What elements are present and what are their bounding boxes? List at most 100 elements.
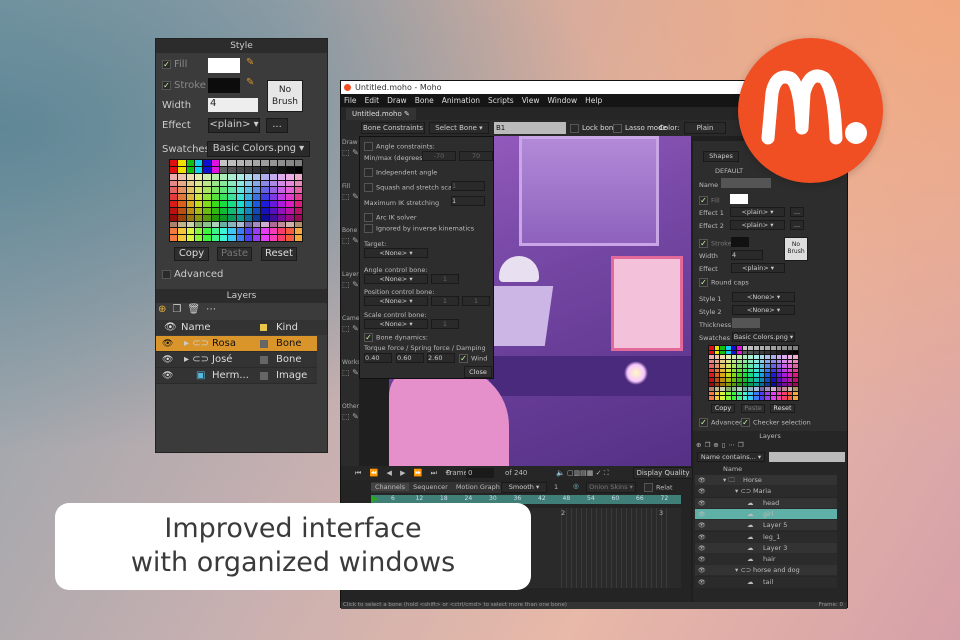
swatch[interactable]: [178, 207, 186, 214]
swatch[interactable]: [748, 378, 753, 382]
swatch[interactable]: [211, 235, 219, 241]
swatch[interactable]: [170, 187, 178, 194]
swatch[interactable]: [178, 166, 186, 173]
swatch[interactable]: [787, 373, 793, 378]
swatch[interactable]: [244, 194, 253, 200]
tool-icon[interactable]: ⬚ ✎: [342, 236, 359, 245]
swatch[interactable]: [269, 187, 278, 194]
swatch[interactable]: [793, 382, 798, 387]
swatch[interactable]: [754, 368, 759, 373]
swatch[interactable]: [709, 387, 714, 391]
swatch[interactable]: [725, 364, 731, 368]
layer-row[interactable]: 👁 ▸ ⊂⊃ José Bone: [156, 352, 317, 368]
tool-icon[interactable]: ⬚ ✎: [342, 368, 359, 377]
swatch[interactable]: [244, 207, 253, 214]
swatch[interactable]: [219, 235, 228, 241]
swatch[interactable]: [286, 228, 294, 235]
swatch[interactable]: [765, 396, 770, 400]
effect1-more[interactable]: ...: [790, 207, 804, 217]
swatch[interactable]: [737, 387, 742, 391]
position-control-select[interactable]: <None> ▾: [364, 296, 428, 306]
swatch[interactable]: [782, 396, 787, 400]
swatch[interactable]: [709, 368, 714, 373]
swatch[interactable]: [748, 382, 753, 387]
swatch[interactable]: [787, 378, 793, 382]
swatch[interactable]: [278, 194, 286, 200]
swatch[interactable]: [770, 359, 776, 364]
visibility-icon[interactable]: 👁: [698, 532, 706, 543]
swatch[interactable]: [759, 396, 765, 400]
layer-row[interactable]: 👁 ☁ head: [695, 497, 837, 509]
arc-ik-checkbox[interactable]: Arc IK solver: [364, 213, 417, 222]
swatch[interactable]: [269, 207, 278, 214]
swatch[interactable]: [194, 187, 203, 194]
swatch[interactable]: [178, 221, 186, 228]
swatch[interactable]: [720, 355, 725, 359]
swatch[interactable]: [793, 387, 798, 391]
swatch[interactable]: [782, 364, 787, 368]
swatch[interactable]: [793, 364, 798, 368]
swatch[interactable]: [731, 373, 737, 378]
swatch[interactable]: [714, 350, 720, 355]
swatch[interactable]: [244, 160, 253, 166]
swatch[interactable]: [787, 387, 793, 391]
swatch[interactable]: [776, 350, 782, 355]
swatch[interactable]: [269, 160, 278, 166]
advanced-checkbox[interactable]: ✓ Advanced: [699, 418, 743, 427]
swatch[interactable]: [748, 396, 753, 400]
swatch[interactable]: [754, 373, 759, 378]
visibility-icon[interactable]: 👁: [698, 509, 706, 520]
swatch[interactable]: [203, 201, 211, 207]
swatch[interactable]: [186, 221, 194, 228]
swatch[interactable]: [787, 350, 793, 355]
swatch[interactable]: [170, 214, 178, 221]
swatch[interactable]: [228, 207, 236, 214]
swatch[interactable]: [203, 166, 211, 173]
swatch[interactable]: [765, 368, 770, 373]
position-control-x[interactable]: 1: [431, 296, 459, 306]
swatch[interactable]: [776, 382, 782, 387]
swatch[interactable]: [211, 180, 219, 187]
style1-select[interactable]: <None> ▾: [732, 292, 795, 302]
swatch[interactable]: [782, 382, 787, 387]
no-brush-button[interactable]: No Brush: [784, 237, 808, 261]
swatch[interactable]: [294, 221, 302, 228]
select-bone-select[interactable]: Select Bone ▾: [429, 122, 489, 134]
swatch[interactable]: [269, 221, 278, 228]
swatch[interactable]: [793, 359, 798, 364]
swatch[interactable]: [236, 187, 244, 194]
swatch[interactable]: [178, 214, 186, 221]
eyedropper-icon[interactable]: ✎: [246, 57, 254, 68]
visibility-icon[interactable]: 👁: [698, 554, 706, 565]
paste-button[interactable]: Paste: [217, 247, 252, 261]
swatch[interactable]: [793, 355, 798, 359]
effect-more-button[interactable]: ...: [266, 118, 288, 133]
max-angle-input[interactable]: 70: [459, 151, 493, 161]
swatch[interactable]: [253, 221, 261, 228]
swatch[interactable]: [228, 180, 236, 187]
swatch[interactable]: [720, 396, 725, 400]
stroke-color[interactable]: [731, 237, 749, 247]
swatch[interactable]: [731, 391, 737, 396]
swatch[interactable]: [236, 160, 244, 166]
swatch[interactable]: [748, 346, 753, 350]
swatch[interactable]: [219, 207, 228, 214]
independent-angle-checkbox[interactable]: Independent angle: [364, 168, 437, 177]
style2-select[interactable]: <None> ▾: [732, 305, 795, 315]
swatch[interactable]: [782, 346, 787, 350]
swatch[interactable]: [720, 346, 725, 350]
layer-row[interactable]: 👁 ☁ tail: [695, 576, 837, 588]
swatch[interactable]: [228, 201, 236, 207]
swatch[interactable]: [737, 359, 742, 364]
swatch[interactable]: [787, 355, 793, 359]
onion-icon[interactable]: ◎: [573, 482, 579, 490]
swatch[interactable]: [269, 173, 278, 180]
doc-tab[interactable]: Untitled.moho ✎: [346, 108, 416, 120]
swatch[interactable]: [793, 378, 798, 382]
swatch[interactable]: [776, 368, 782, 373]
swatch[interactable]: [228, 160, 236, 166]
swatch[interactable]: [737, 355, 742, 359]
playback-controls[interactable]: ⏮ ⏪ ◀ ▶ ⏩ ⏭ ⟲: [355, 466, 454, 480]
bone-dynamics-checkbox[interactable]: ✓ Bone dynamics:: [364, 333, 428, 342]
swatch[interactable]: [720, 391, 725, 396]
